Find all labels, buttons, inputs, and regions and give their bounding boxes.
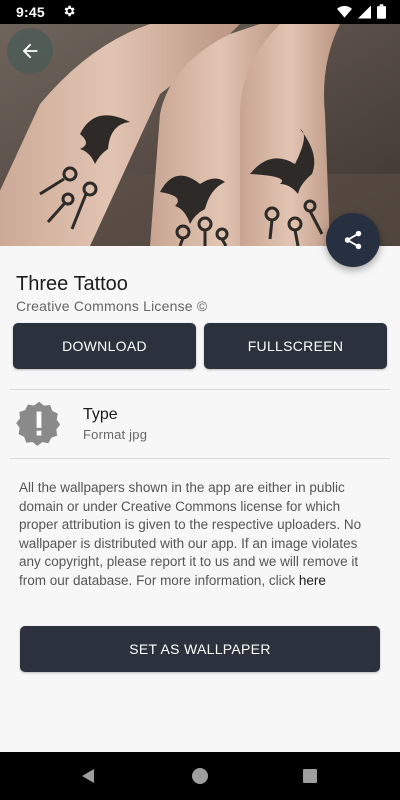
copyright-notice: All the wallpapers shown in the app are … xyxy=(19,479,381,591)
notice-text: All the wallpapers shown in the app are … xyxy=(19,480,362,588)
divider xyxy=(10,458,390,459)
download-button[interactable]: DOWNLOAD xyxy=(13,323,196,369)
nav-home-icon[interactable] xyxy=(192,768,208,784)
divider xyxy=(10,389,390,390)
back-button[interactable] xyxy=(7,28,53,74)
signal-icon xyxy=(358,5,371,18)
status-time: 9:45 xyxy=(16,4,45,20)
wallpaper-image[interactable] xyxy=(0,24,400,246)
navigation-bar xyxy=(0,752,400,800)
arrow-left-icon xyxy=(22,43,38,59)
nav-recents-icon[interactable] xyxy=(303,769,317,783)
alert-badge-icon xyxy=(16,401,61,446)
wallpaper-title: Three Tattoo xyxy=(16,273,128,295)
share-button[interactable] xyxy=(326,213,380,267)
gear-icon xyxy=(64,5,75,17)
battery-icon xyxy=(377,4,386,19)
info-link[interactable]: here xyxy=(299,573,326,588)
status-icons xyxy=(337,4,386,19)
set-wallpaper-button[interactable]: SET AS WALLPAPER xyxy=(20,626,380,672)
nav-back-icon[interactable] xyxy=(80,768,96,784)
wifi-icon xyxy=(337,5,352,18)
status-bar: 9:45 xyxy=(0,0,400,24)
fullscreen-button[interactable]: FULLSCREEN xyxy=(204,323,387,369)
share-icon xyxy=(344,230,362,250)
license-text: Creative Commons License © xyxy=(16,298,208,314)
type-value: Format jpg xyxy=(83,427,148,442)
type-label: Type xyxy=(83,406,118,423)
